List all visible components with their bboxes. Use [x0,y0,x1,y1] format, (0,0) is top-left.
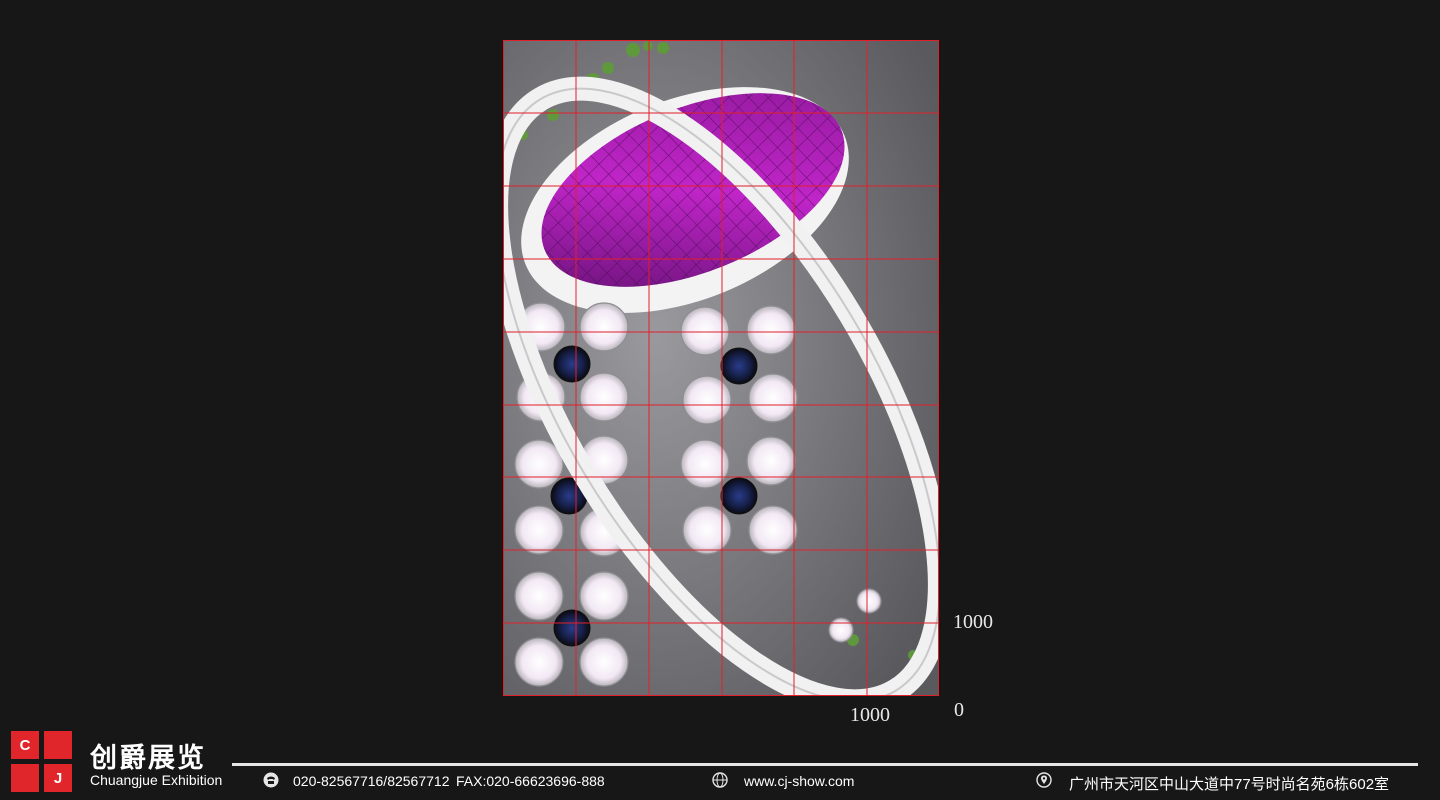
logo-letter-j: J [44,764,72,792]
scale-x-label: 1000 [850,704,890,726]
phone-icon [263,772,279,788]
phone-numbers: 020-82567716/82567712 [293,773,450,789]
logo-block [44,731,72,759]
scale-origin-label: 0 [954,699,964,721]
company-address: 广州市天河区中山大道中77号时尚名苑6栋602室 [1069,776,1390,793]
brand-name-english: Chuangjue Exhibition [90,772,223,788]
website-link[interactable]: www.cj-show.com [744,773,854,789]
fax-number: FAX:020-66623696-888 [456,773,605,789]
brand-name-chinese: 创爵展览 [90,743,206,773]
location-pin-icon [1036,772,1052,788]
company-logo: C J [11,731,72,792]
scale-y-label: 1000 [953,611,993,633]
logo-block [11,764,39,792]
booth-render-svg [503,40,939,696]
footer-divider [232,763,1418,766]
booth-top-view-render [503,40,939,696]
globe-icon [712,772,728,788]
logo-letter-c: C [11,731,39,759]
